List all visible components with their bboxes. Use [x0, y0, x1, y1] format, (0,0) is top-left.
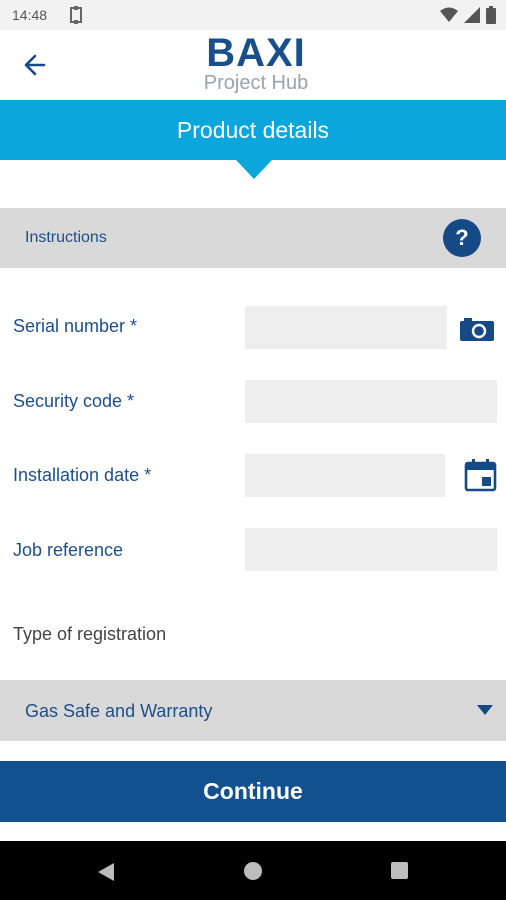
installation-date-input[interactable] — [245, 454, 445, 497]
signal-icon — [464, 7, 480, 23]
registration-type-value: Gas Safe and Warranty — [25, 701, 213, 721]
instructions-bar[interactable]: Instructions — [0, 208, 506, 268]
app-header: BAXI Project Hub — [0, 30, 506, 100]
continue-button[interactable]: Continue — [0, 761, 506, 822]
brand-subtitle: Project Hub — [203, 72, 309, 94]
calendar-icon[interactable] — [464, 459, 497, 492]
brand-logo: BAXI Project Hub — [198, 32, 314, 94]
nav-home-icon[interactable] — [244, 862, 262, 880]
status-icons — [440, 6, 496, 24]
serial-number-label: Serial number * — [13, 316, 138, 336]
help-icon[interactable]: ? — [443, 219, 481, 257]
job-reference-input[interactable] — [245, 528, 497, 571]
serial-number-input[interactable] — [245, 306, 447, 349]
security-code-input[interactable] — [245, 380, 497, 423]
instructions-label: Instructions — [25, 229, 107, 246]
registration-type-label: Type of registration — [13, 624, 167, 644]
wifi-icon — [440, 7, 458, 22]
back-button[interactable] — [18, 50, 52, 80]
installation-date-label: Installation date * — [13, 465, 152, 485]
arrow-left-icon — [24, 54, 46, 76]
status-time: 14:48 — [12, 7, 48, 23]
nav-recents-icon[interactable] — [391, 862, 408, 879]
camera-icon[interactable] — [460, 317, 494, 341]
banner-pointer — [236, 160, 272, 179]
status-bar: 14:48 — [0, 0, 506, 30]
job-reference-label: Job reference — [13, 540, 124, 560]
sync-icon — [70, 6, 82, 24]
page-title: Product details — [0, 100, 506, 160]
registration-type-select[interactable]: Gas Safe and Warranty — [0, 680, 506, 741]
brand-name: BAXI — [206, 31, 306, 75]
security-code-label: Security code * — [13, 391, 135, 411]
battery-icon — [486, 6, 496, 24]
caret-down-icon[interactable] — [477, 705, 493, 715]
nav-back-icon[interactable] — [96, 862, 116, 882]
